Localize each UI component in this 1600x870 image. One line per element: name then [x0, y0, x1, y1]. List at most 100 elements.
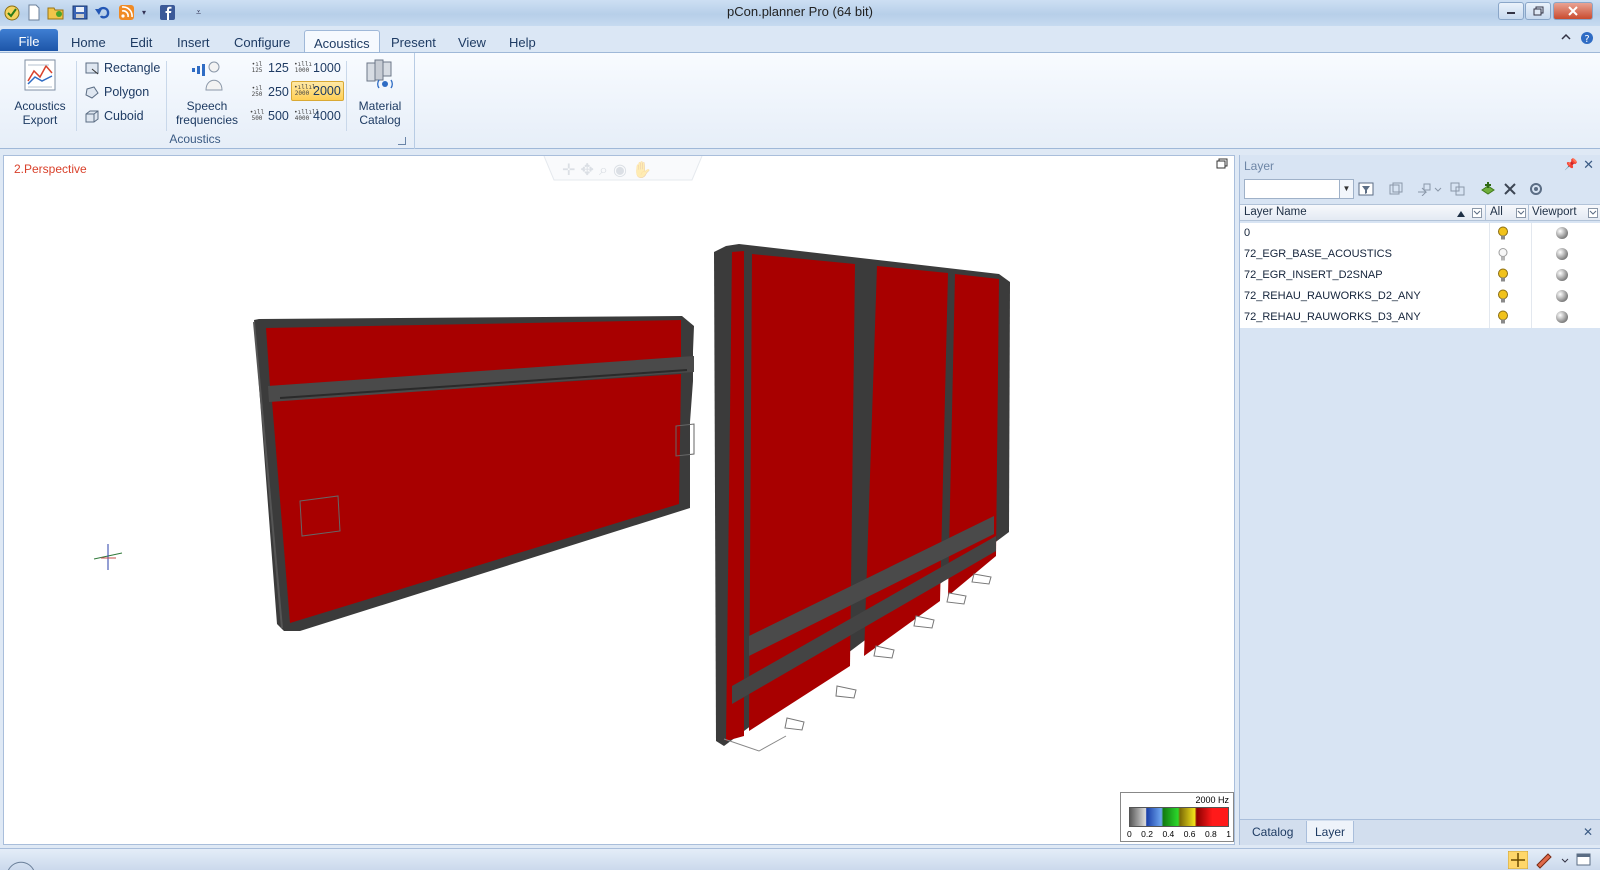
tab-edit[interactable]: Edit: [121, 30, 161, 52]
tab-view[interactable]: View: [449, 30, 495, 52]
freq-125-label: 125: [268, 61, 289, 75]
close-panel-icon[interactable]: ✕: [1583, 157, 1594, 173]
acoustic-panel-right[interactable]: [714, 244, 1010, 752]
dialog-launcher-icon[interactable]: [398, 137, 406, 145]
viewport-visibility-icon[interactable]: [1556, 290, 1568, 302]
layer-toolbar: ▼: [1242, 177, 1599, 201]
freq-250-button[interactable]: •ıl 250 250: [247, 82, 291, 102]
cuboid-icon: [85, 110, 99, 123]
column-layer-name[interactable]: Layer Name: [1244, 206, 1307, 218]
layer-search-input[interactable]: [1244, 179, 1340, 199]
lightbulb-off-icon[interactable]: [1497, 247, 1509, 262]
ribbon-tab-bar: File Home Edit Insert Configure Acoustic…: [0, 26, 1600, 52]
navigation-toolbar[interactable]: ✛ ✥ ⌕ ◉ ✋: [543, 156, 703, 181]
layer-row[interactable]: 0: [1240, 223, 1600, 244]
chevron-down-icon[interactable]: [1434, 182, 1442, 196]
viewport-visibility-icon[interactable]: [1556, 227, 1568, 239]
restore-button[interactable]: [1525, 2, 1551, 20]
pin-icon[interactable]: 📌: [1564, 158, 1578, 171]
chevron-down-icon[interactable]: [1560, 851, 1570, 869]
column-all[interactable]: All: [1490, 206, 1503, 218]
material-catalog-icon: [366, 59, 393, 89]
legend-tick: 0.4: [1162, 829, 1175, 839]
viewport-restore-icon[interactable]: [1216, 158, 1228, 172]
viewport-label: 2.Perspective: [14, 162, 87, 176]
tab-catalog[interactable]: Catalog: [1244, 821, 1301, 843]
restore-icon: [1533, 6, 1543, 16]
layer-row[interactable]: 72_EGR_BASE_ACOUSTICS: [1240, 244, 1600, 265]
filter-icon[interactable]: [1358, 182, 1374, 196]
cuboid-label: Cuboid: [104, 109, 144, 123]
speech-line1: Speech: [186, 99, 228, 113]
column-filter-icon[interactable]: [1588, 208, 1598, 218]
scene-canvas[interactable]: ✛ ✥ ⌕ ◉ ✋: [4, 156, 1234, 844]
lightbulb-on-icon[interactable]: [1497, 289, 1509, 304]
move-to-layer-icon[interactable]: [1416, 182, 1432, 196]
viewport-visibility-icon[interactable]: [1556, 311, 1568, 323]
polygon-button[interactable]: Polygon: [84, 82, 149, 102]
lightbulb-on-icon[interactable]: [1497, 226, 1509, 241]
cuboid-button[interactable]: Cuboid: [84, 106, 144, 126]
measure-icon[interactable]: [1534, 851, 1554, 869]
tab-present[interactable]: Present: [382, 30, 445, 52]
acoustics-export-line2: Export: [22, 113, 58, 127]
layer-row[interactable]: 72_REHAU_RAUWORKS_D3_ANY: [1240, 307, 1600, 328]
lightbulb-on-icon[interactable]: [1497, 310, 1509, 325]
freq-1000-button[interactable]: •ıllı 1000 1000: [292, 58, 343, 78]
column-filter-icon[interactable]: [1516, 208, 1526, 218]
rectangle-label: Rectangle: [104, 61, 161, 75]
material-catalog-line1: Material: [358, 99, 402, 113]
layer-row[interactable]: 72_EGR_INSERT_D2SNAP: [1240, 265, 1600, 286]
minimize-icon: [1507, 12, 1515, 14]
layer-panel-title: Layer: [1244, 159, 1275, 173]
snap-icon[interactable]: [1508, 851, 1528, 869]
freq-500-label: 500: [268, 109, 289, 123]
sort-ascending-icon[interactable]: [1456, 209, 1466, 218]
layer-row[interactable]: 72_REHAU_RAUWORKS_D2_ANY: [1240, 286, 1600, 307]
minimize-ribbon-icon[interactable]: [1560, 31, 1572, 43]
tab-insert[interactable]: Insert: [168, 30, 219, 52]
lightbulb-on-icon[interactable]: [1497, 268, 1509, 283]
material-catalog-button[interactable]: Material Catalog: [350, 57, 410, 127]
layer-name: 72_EGR_BASE_ACOUSTICS: [1244, 248, 1392, 260]
delete-layer-icon[interactable]: [1502, 182, 1518, 196]
layer-copy-icon[interactable]: [1450, 182, 1466, 196]
close-button[interactable]: [1553, 2, 1593, 20]
column-filter-icon[interactable]: [1472, 208, 1482, 218]
status-circle-icon: [7, 861, 35, 870]
polygon-label: Polygon: [104, 85, 150, 99]
freq-125-button[interactable]: •ıl 125 125: [247, 58, 291, 78]
speech-frequencies-button[interactable]: Speech frequencies: [172, 57, 242, 127]
layer-panel: Layer 📌 ✕ ▼ Layer Name All Viewport 0 72…: [1239, 155, 1600, 845]
material-catalog-line2: Catalog: [359, 113, 401, 127]
panel-tab-bar: Catalog Layer ✕: [1240, 819, 1600, 845]
tab-layer[interactable]: Layer: [1306, 821, 1355, 843]
add-layer-icon[interactable]: [1480, 182, 1496, 196]
layer-properties-icon[interactable]: [1388, 182, 1404, 196]
3d-viewport[interactable]: ✛ ✥ ⌕ ◉ ✋ 2.Perspective: [3, 155, 1235, 845]
search-dropdown-icon[interactable]: ▼: [1340, 179, 1354, 199]
minimize-button[interactable]: [1498, 2, 1524, 20]
viewport-visibility-icon[interactable]: [1556, 248, 1568, 260]
window-layout-icon[interactable]: [1576, 851, 1592, 869]
acoustics-export-line1: Acoustics: [14, 99, 66, 113]
column-viewport[interactable]: Viewport: [1532, 206, 1577, 218]
acoustics-export-button[interactable]: Acoustics Export: [10, 57, 70, 127]
rectangle-button[interactable]: Rectangle: [84, 58, 160, 78]
freq-1000-icon: •ıllı 1000: [294, 61, 313, 74]
freq-4000-button[interactable]: •ıllıll 4000 4000: [292, 106, 343, 126]
viewport-visibility-icon[interactable]: [1556, 269, 1568, 281]
freq-2000-button[interactable]: •ıllıl 2000 2000: [291, 81, 344, 101]
help-icon[interactable]: ?: [1580, 31, 1594, 45]
tab-file[interactable]: File: [0, 29, 58, 51]
acoustic-panel-left[interactable]: [253, 316, 695, 631]
layer-settings-icon[interactable]: [1528, 182, 1544, 196]
tab-help[interactable]: Help: [500, 30, 545, 52]
close-icon[interactable]: ✕: [1583, 825, 1593, 839]
tab-configure[interactable]: Configure: [225, 30, 299, 52]
tab-home[interactable]: Home: [62, 30, 115, 52]
freq-500-icon: •ıll 500: [249, 109, 265, 122]
tab-acoustics[interactable]: Acoustics: [304, 30, 380, 52]
freq-4000-label: 4000: [313, 109, 341, 123]
freq-500-button[interactable]: •ıll 500 500: [247, 106, 291, 126]
